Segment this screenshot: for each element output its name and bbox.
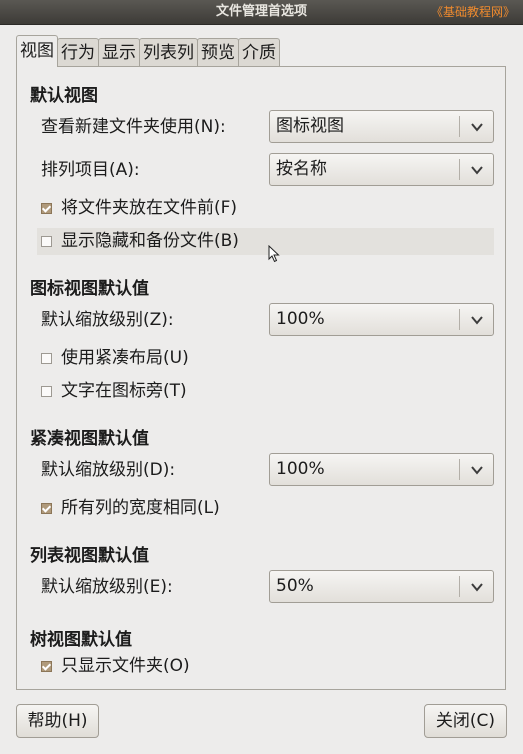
chevron-down-icon — [471, 583, 483, 592]
show-hidden-backup-checkbox[interactable]: 显示隐藏和备份文件(B) — [41, 231, 239, 251]
list-zoom-label: 默认缩放级别(E): — [41, 577, 173, 597]
same-width-columns-label: 所有列的宽度相同(L) — [61, 498, 220, 518]
compact-zoom-label: 默认缩放级别(D): — [41, 460, 176, 480]
same-width-columns-checkbox[interactable]: 所有列的宽度相同(L) — [41, 498, 220, 518]
icon-zoom-combo[interactable]: 100% — [269, 303, 494, 336]
tab-bar: 视图 行为 显示 列表列 预览 介质 — [16, 35, 280, 67]
folders-before-files-label: 将文件夹放在文件前(F) — [61, 198, 238, 218]
tab-list-columns[interactable]: 列表列 — [139, 38, 198, 67]
icon-zoom-label: 默认缩放级别(Z): — [41, 310, 174, 330]
help-button[interactable]: 帮助(H) — [16, 704, 99, 738]
combo-separator — [459, 309, 460, 330]
tab-view[interactable]: 视图 — [16, 35, 58, 67]
checkbox-checked[interactable] — [41, 660, 52, 672]
list-zoom-combo[interactable]: 50% — [269, 570, 494, 603]
only-folders-checkbox[interactable]: 只显示文件夹(O) — [41, 656, 190, 676]
checkbox-unchecked[interactable] — [41, 385, 52, 397]
chevron-down-icon — [471, 466, 483, 475]
arrange-items-label: 排列项目(A): — [41, 160, 140, 180]
watermark-text: 《基础教程网》 — [430, 5, 515, 19]
open-new-folders-combo[interactable]: 图标视图 — [269, 110, 494, 143]
chevron-down-icon — [471, 166, 483, 175]
only-folders-label: 只显示文件夹(O) — [61, 656, 190, 676]
chevron-down-icon — [471, 123, 483, 132]
icon-zoom-value: 100% — [276, 309, 325, 329]
tab-preview[interactable]: 预览 — [197, 38, 239, 67]
tab-behavior[interactable]: 行为 — [57, 38, 99, 67]
show-hidden-backup-label: 显示隐藏和备份文件(B) — [61, 231, 239, 251]
title-bar: 文件管理首选项 《基础教程网》 — [0, 0, 523, 25]
chevron-down-icon — [471, 316, 483, 325]
close-button[interactable]: 关闭(C) — [424, 704, 507, 738]
compact-zoom-combo[interactable]: 100% — [269, 453, 494, 486]
text-beside-icons-checkbox[interactable]: 文字在图标旁(T) — [41, 381, 187, 401]
tab-media[interactable]: 介质 — [238, 38, 280, 67]
combo-separator — [459, 459, 460, 480]
open-new-folders-label: 查看新建文件夹使用(N): — [41, 117, 226, 137]
combo-separator — [459, 159, 460, 180]
combo-separator — [459, 576, 460, 597]
section-title-compact-view: 紧凑视图默认值 — [30, 429, 149, 449]
checkbox-unchecked[interactable] — [41, 235, 52, 247]
mouse-pointer-icon — [268, 245, 280, 263]
checkbox-unchecked[interactable] — [41, 352, 52, 364]
compact-zoom-value: 100% — [276, 459, 325, 479]
arrange-items-value: 按名称 — [276, 159, 327, 179]
section-title-list-view: 列表视图默认值 — [30, 546, 149, 566]
tab-display[interactable]: 显示 — [98, 38, 140, 67]
text-beside-icons-label: 文字在图标旁(T) — [61, 381, 187, 401]
section-title-icon-view: 图标视图默认值 — [30, 279, 149, 299]
checkbox-checked[interactable] — [41, 502, 52, 514]
compact-layout-label: 使用紧凑布局(U) — [61, 348, 189, 368]
view-tab-panel: 默认视图 查看新建文件夹使用(N): 图标视图 排列项目(A): 按名称 将文件… — [16, 66, 506, 690]
list-zoom-value: 50% — [276, 576, 314, 596]
section-title-tree-view: 树视图默认值 — [30, 630, 132, 650]
checkbox-checked[interactable] — [41, 202, 52, 214]
folders-before-files-checkbox[interactable]: 将文件夹放在文件前(F) — [41, 198, 237, 218]
combo-separator — [459, 116, 460, 137]
open-new-folders-value: 图标视图 — [276, 116, 344, 136]
arrange-items-combo[interactable]: 按名称 — [269, 153, 494, 186]
compact-layout-checkbox[interactable]: 使用紧凑布局(U) — [41, 348, 189, 368]
section-title-default-view: 默认视图 — [30, 86, 98, 106]
